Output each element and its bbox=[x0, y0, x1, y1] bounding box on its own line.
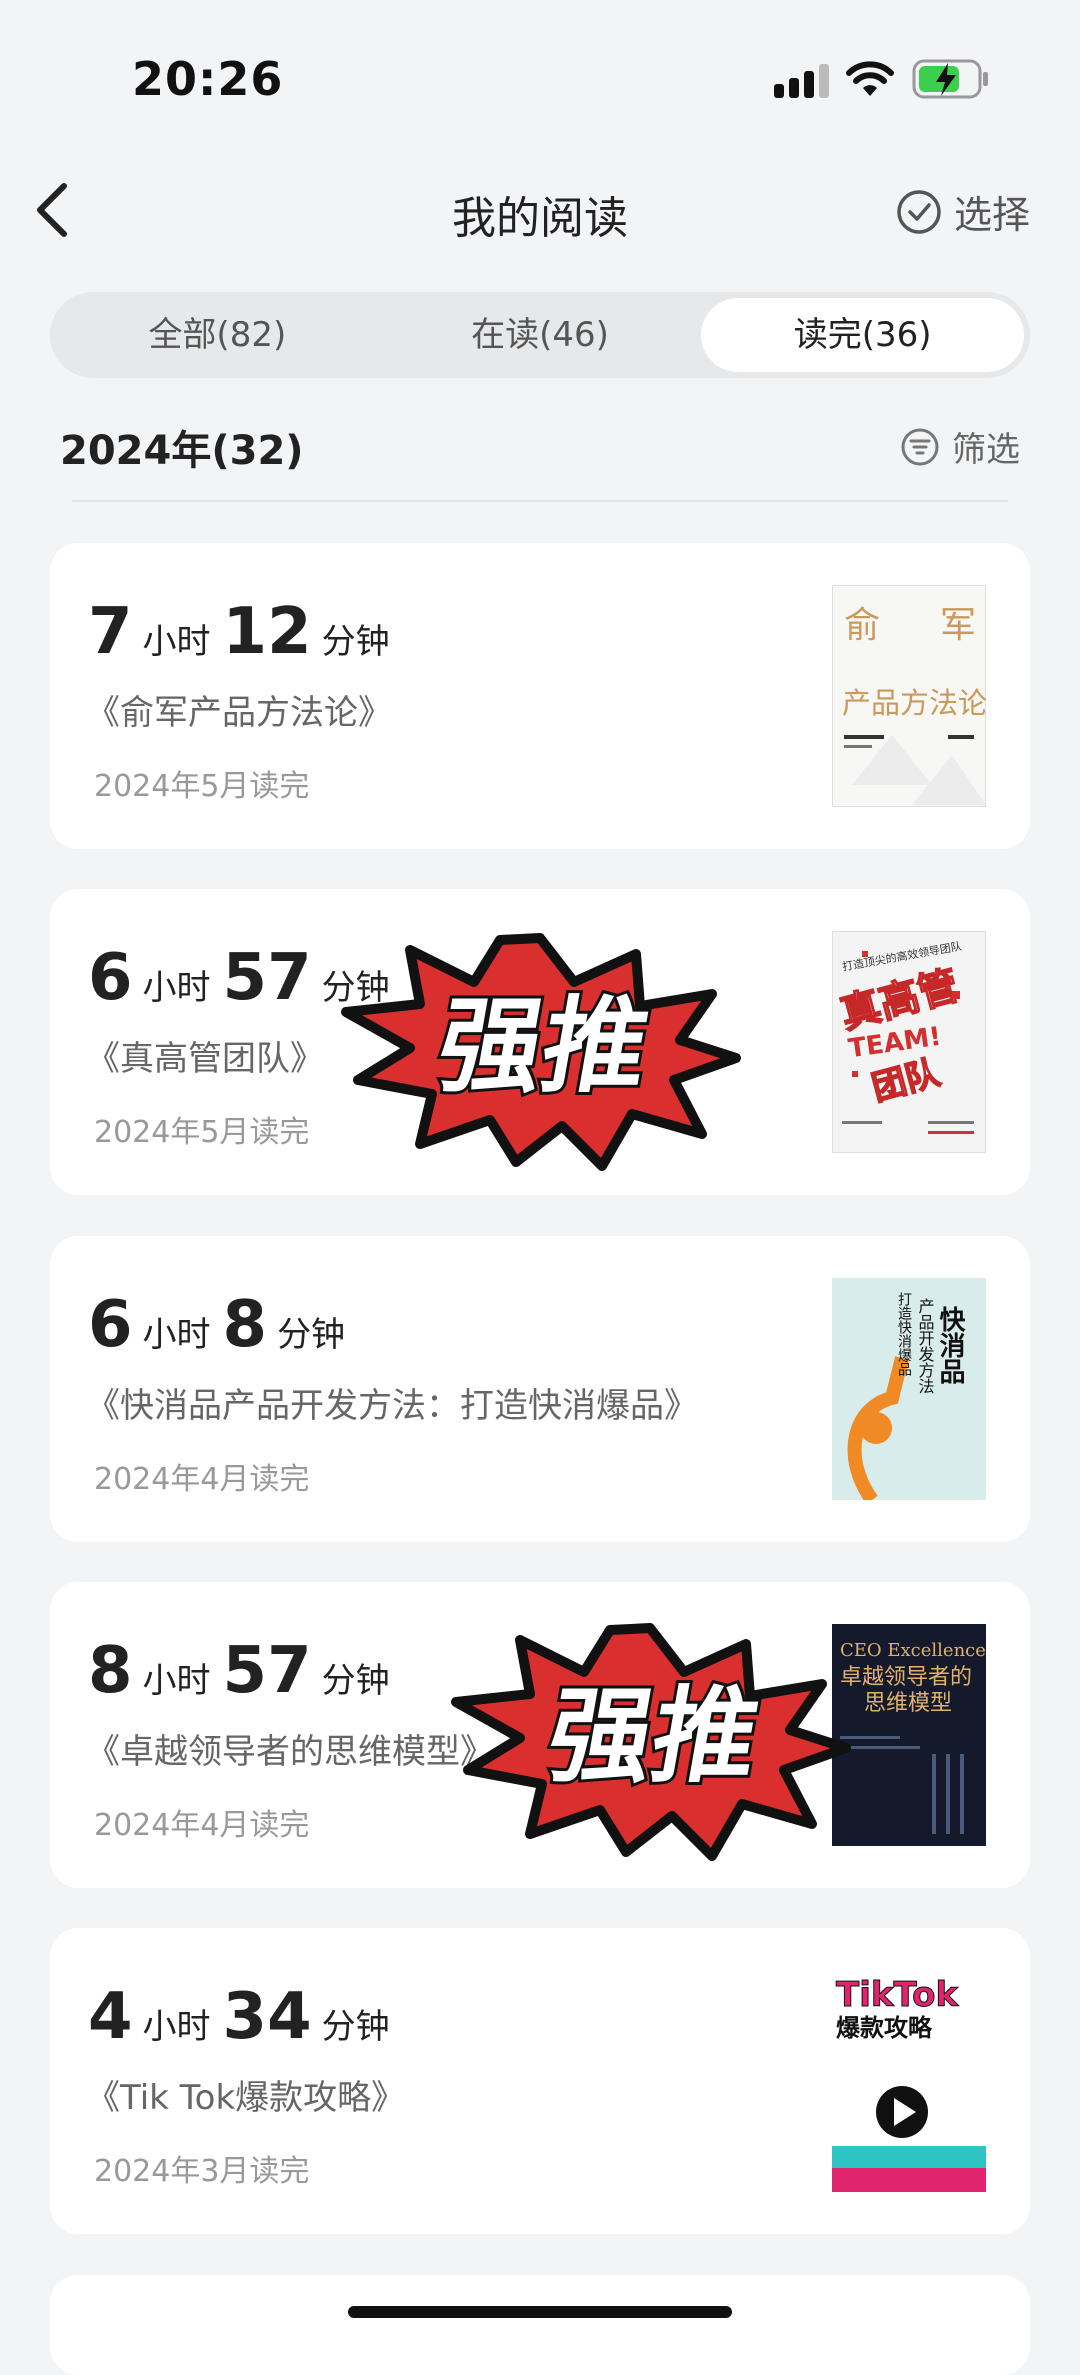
sticker-text: 强推 bbox=[429, 986, 658, 1107]
year-label: 2024年(32) bbox=[60, 428, 304, 474]
minutes-unit: 分钟 bbox=[277, 1315, 346, 1355]
minutes-value: 57 bbox=[222, 941, 312, 1015]
tab-all[interactable]: 全部(82) bbox=[56, 298, 379, 372]
home-indicator[interactable] bbox=[348, 2306, 732, 2318]
reading-status-tabs: 全部(82) 在读(46) 读完(36) bbox=[50, 292, 1030, 378]
book-cover[interactable]: 打造顶尖的高效领导团队 真高管 TEAM! 团队 bbox=[832, 931, 986, 1153]
select-label: 选择 bbox=[953, 193, 1030, 237]
cover-title-2: 军 bbox=[940, 605, 976, 646]
book-title: 《Tik Tok爆款攻略》 bbox=[86, 2078, 406, 2118]
hours-value: 7 bbox=[88, 595, 133, 669]
hours-value: 6 bbox=[88, 1288, 133, 1362]
sticker-text: 强推 bbox=[539, 1676, 768, 1797]
tab-reading[interactable]: 在读(46) bbox=[379, 298, 702, 372]
minutes-value: 12 bbox=[222, 595, 312, 669]
finished-date: 2024年5月读完 bbox=[94, 769, 310, 804]
reading-duration: 4 小时 34 分钟 bbox=[88, 1980, 402, 2054]
book-title: 《俞军产品方法论》 bbox=[86, 693, 392, 733]
recommend-sticker: 强推 bbox=[340, 930, 741, 1171]
finished-date: 2024年5月读完 bbox=[94, 1115, 310, 1150]
filter-button[interactable]: 筛选 bbox=[900, 422, 1020, 471]
filter-icon bbox=[901, 428, 939, 465]
book-card[interactable]: 4 小时 34 分钟 《Tik Tok爆款攻略》 2024年3月读完 TikTo… bbox=[50, 1928, 1030, 2234]
finished-date: 2024年3月读完 bbox=[94, 2154, 310, 2189]
reading-duration: 6 小时 8 分钟 bbox=[88, 1288, 357, 1362]
cover-title-1: 俞 bbox=[844, 605, 880, 646]
cover-title-3: 产品方法论 bbox=[842, 686, 986, 720]
filter-label: 筛选 bbox=[952, 430, 1020, 470]
hours-value: 4 bbox=[88, 1980, 133, 2054]
reading-duration: 8 小时 57 分钟 bbox=[88, 1634, 402, 1708]
battery-charging-icon bbox=[912, 59, 988, 99]
cover-title-3: 打造快消爆品 bbox=[896, 1291, 912, 1376]
cover-title-2: 产品开发方法 bbox=[916, 1298, 935, 1394]
book-title: 《快消品产品开发方法：打造快消爆品》 bbox=[86, 1386, 698, 1426]
hours-unit: 小时 bbox=[142, 1315, 211, 1355]
minutes-unit: 分钟 bbox=[321, 622, 390, 662]
cover-title-1: 快消品 bbox=[935, 1306, 965, 1384]
wifi-icon bbox=[846, 61, 894, 96]
book-card-partial[interactable] bbox=[50, 2275, 1030, 2375]
hours-value: 6 bbox=[88, 941, 133, 1015]
cover-title-3: 思维模型 bbox=[864, 1691, 952, 1716]
cover-title-2: 卓越领导者的 bbox=[840, 1665, 972, 1690]
hours-unit: 小时 bbox=[142, 1661, 211, 1701]
minutes-value: 34 bbox=[222, 1980, 312, 2054]
finished-date: 2024年4月读完 bbox=[94, 1808, 310, 1843]
recommend-sticker: 强推 bbox=[450, 1620, 851, 1861]
hours-unit: 小时 bbox=[142, 622, 211, 662]
minutes-unit: 分钟 bbox=[321, 2007, 390, 2047]
cover-title-2: 爆款攻略 bbox=[836, 2014, 933, 2042]
minutes-unit: 分钟 bbox=[321, 1661, 390, 1701]
book-cover[interactable]: CEO Excellence 卓越领导者的 思维模型 bbox=[832, 1624, 986, 1846]
select-button[interactable]: 选择 bbox=[896, 184, 1030, 239]
nav-bar: 我的阅读 选择 bbox=[0, 160, 1080, 260]
burst-icon: 强推 bbox=[341, 933, 741, 1171]
year-header: 2024年(32) 筛选 bbox=[60, 410, 1020, 480]
cover-title-1: CEO Excellence bbox=[840, 1640, 986, 1661]
check-circle-icon bbox=[897, 189, 941, 234]
finished-date: 2024年4月读完 bbox=[94, 1462, 310, 1497]
hours-unit: 小时 bbox=[142, 968, 211, 1008]
book-title: 《真高管团队》 bbox=[86, 1039, 324, 1079]
divider bbox=[72, 500, 1008, 502]
book-card[interactable]: 7 小时 12 分钟 《俞军产品方法论》 2024年5月读完 俞 军 产品方法论 bbox=[50, 543, 1030, 849]
minutes-value: 8 bbox=[222, 1288, 268, 1362]
book-card[interactable]: 6 小时 8 分钟 《快消品产品开发方法：打造快消爆品》 2024年4月读完 快… bbox=[50, 1236, 1030, 1542]
burst-icon: 强推 bbox=[451, 1623, 851, 1861]
hours-value: 8 bbox=[88, 1634, 133, 1708]
book-cover[interactable]: 俞 军 产品方法论 bbox=[832, 585, 986, 807]
book-cover[interactable]: TikTok 爆款攻略 bbox=[832, 1970, 986, 2192]
cover-title-1: TikTok bbox=[836, 1975, 959, 2015]
book-cover[interactable]: 快消品 产品开发方法 打造快消爆品 bbox=[832, 1278, 986, 1500]
reading-duration: 7 小时 12 分钟 bbox=[88, 595, 402, 669]
minutes-value: 57 bbox=[222, 1634, 312, 1708]
book-title: 《卓越领导者的思维模型》 bbox=[86, 1732, 494, 1772]
tab-finished[interactable]: 读完(36) bbox=[701, 298, 1025, 372]
status-time: 20:26 bbox=[132, 52, 284, 106]
hours-unit: 小时 bbox=[142, 2007, 211, 2047]
status-bar: 20:26 bbox=[0, 0, 1080, 150]
cellular-signal-icon bbox=[774, 64, 829, 98]
